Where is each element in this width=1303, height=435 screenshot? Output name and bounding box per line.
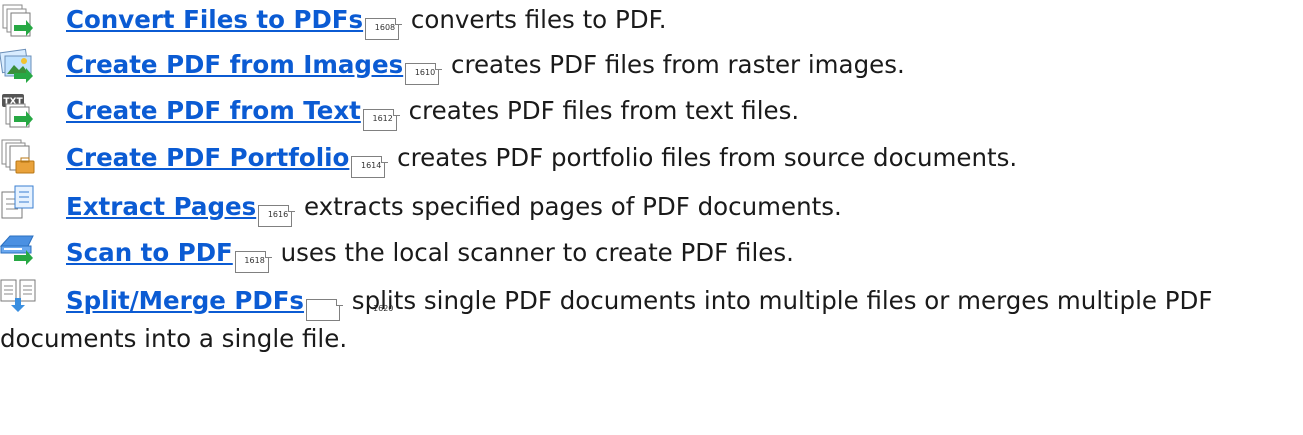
item-description: creates PDF portfolio files from source … [389,143,1018,172]
item-text: Convert Files to PDFs 1608 converts files… [66,6,667,40]
tool-list: Convert Files to PDFs 1608 converts files… [0,0,1303,435]
item-text: Create PDF from Text 1612 creates PDF fil… [66,97,799,131]
item-text: Extract Pages 1616 extracts specified pag… [66,193,842,227]
images-to-pdf-icon [0,48,33,83]
item-description: creates PDF files from text files. [400,96,800,125]
item-text: Create PDF from Images 1610 creates PDF f… [66,51,905,85]
item-text: Create PDF Portfolio 1614 creates PDF por… [66,144,1017,178]
item-text: Scan to PDF 1618 uses the local scanner t… [66,239,794,273]
extract-pages-link[interactable]: Extract Pages [66,192,256,221]
portfolio-icon [1,139,35,174]
page-reference: 1612 [362,109,400,131]
convert-files-link[interactable]: Convert Files to PDFs [66,5,363,34]
extract-pages-icon [1,185,34,219]
item-description: uses the local scanner to create PDF fil… [272,238,794,267]
portfolio-link[interactable]: Create PDF Portfolio [66,143,349,172]
item-description: creates PDF files from raster images. [443,50,905,79]
text-to-pdf-icon: TXT [2,94,33,128]
page-reference: 1618 [234,251,272,273]
page-reference: 1614 [351,156,389,178]
page-reference: 1608 [365,18,403,40]
images-to-pdf-link[interactable]: Create PDF from Images [66,50,403,79]
scan-to-pdf-link[interactable]: Scan to PDF [66,238,233,267]
page-reference: 1610 [405,63,443,85]
scanner-icon [0,235,34,265]
page-reference: 1620 [306,299,393,321]
split-merge-link[interactable]: Split/Merge PDFs [66,286,304,315]
text-to-pdf-link[interactable]: Create PDF from Text [66,96,361,125]
page-reference: 1616 [258,205,296,227]
item-text: Split/Merge PDFs 1620 splits single PDF d… [0,283,1280,357]
convert-files-icon [2,4,33,37]
item-description: converts files to PDF. [403,5,667,34]
item-description: extracts specified pages of PDF document… [296,192,842,221]
